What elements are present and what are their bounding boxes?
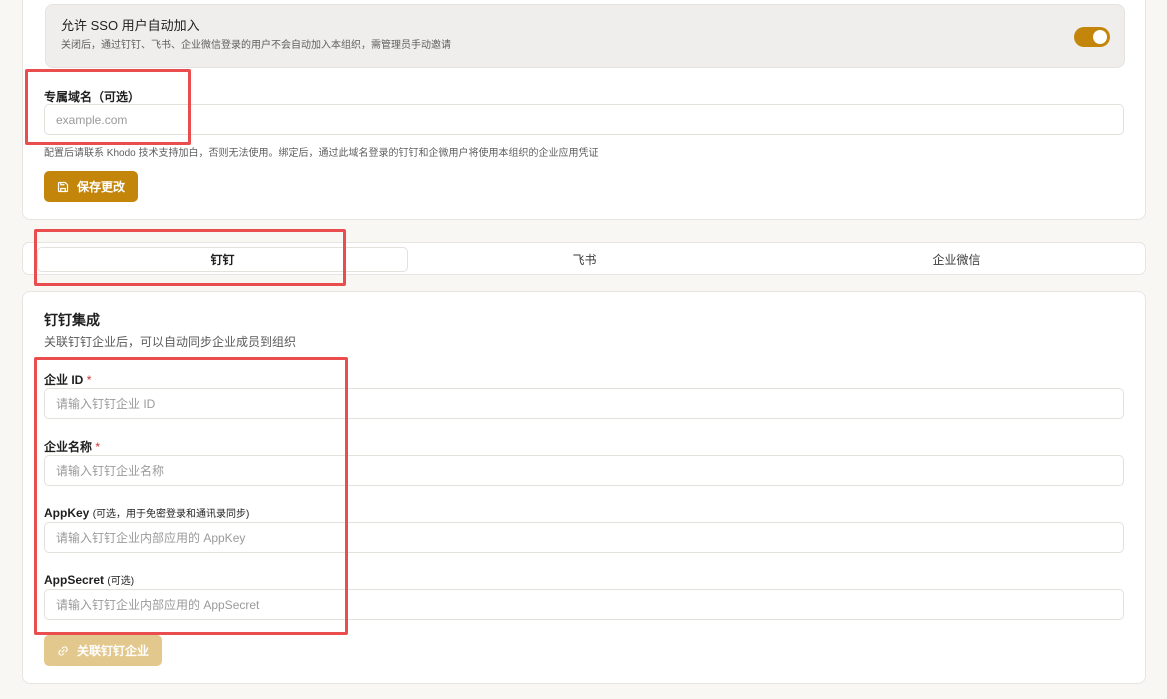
sso-auto-join-toggle[interactable]: [1074, 27, 1110, 47]
appsecret-label: AppSecret (可选): [44, 572, 134, 587]
tab-feishu[interactable]: 飞书: [399, 247, 770, 272]
dingtalk-integration-card: 钉钉集成 关联钉钉企业后，可以自动同步企业成员到组织 企业 ID * 企业名称 …: [22, 291, 1146, 684]
appkey-label: AppKey (可选，用于免密登录和通讯录同步): [44, 505, 249, 520]
save-icon: [57, 181, 69, 192]
integration-title: 钉钉集成: [44, 312, 100, 328]
sso-auto-join-panel: 允许 SSO 用户自动加入 关闭后，通过钉钉、飞书、企业微信登录的用户不会自动加…: [45, 4, 1125, 68]
tab-dingtalk[interactable]: 钉钉: [37, 247, 408, 272]
appkey-label-text: AppKey: [44, 506, 90, 520]
sso-auto-join-description: 关闭后，通过钉钉、飞书、企业微信登录的用户不会自动加入本组织，需管理员手动邀请: [61, 40, 451, 51]
corp-name-input[interactable]: [44, 455, 1124, 486]
corp-id-input[interactable]: [44, 388, 1124, 419]
tab-wecom[interactable]: 企业微信: [771, 247, 1142, 272]
appsecret-label-hint: (可选): [107, 576, 135, 587]
domain-help-text: 配置后请联系 Khodo 技术支持加白，否则无法使用。绑定后，通过此域名登录的钉…: [44, 148, 599, 159]
integration-description: 关联钉钉企业后，可以自动同步企业成员到组织: [44, 335, 297, 349]
domain-input[interactable]: [44, 104, 1124, 135]
corp-name-label-text: 企业名称: [44, 440, 93, 454]
required-mark: *: [95, 440, 101, 454]
link-dingtalk-button-label: 关联钉钉企业: [77, 644, 150, 658]
org-settings-card: 允许 SSO 用户自动加入 关闭后，通过钉钉、飞书、企业微信登录的用户不会自动加…: [22, 0, 1146, 220]
save-button-label: 保存更改: [77, 180, 126, 194]
corp-id-label: 企业 ID *: [44, 371, 91, 388]
required-mark: *: [86, 373, 92, 387]
appsecret-label-text: AppSecret: [44, 573, 105, 587]
appkey-input[interactable]: [44, 522, 1124, 553]
sso-auto-join-title: 允许 SSO 用户自动加入: [61, 18, 200, 33]
link-icon: [58, 645, 68, 656]
save-button[interactable]: 保存更改: [44, 171, 139, 202]
appkey-label-hint: (可选，用于免密登录和通讯录同步): [92, 509, 250, 520]
integration-tabs: 钉钉 飞书 企业微信: [22, 242, 1146, 275]
corp-name-label: 企业名称 *: [44, 438, 100, 455]
link-dingtalk-button[interactable]: 关联钉钉企业: [44, 635, 163, 666]
corp-id-label-text: 企业 ID: [44, 373, 84, 387]
toggle-knob: [1093, 30, 1107, 44]
domain-label: 专属域名（可选）: [44, 90, 141, 104]
appsecret-input[interactable]: [44, 589, 1124, 620]
